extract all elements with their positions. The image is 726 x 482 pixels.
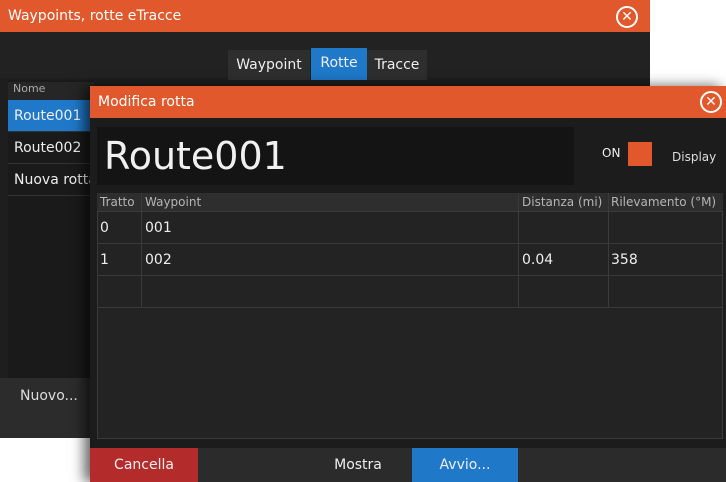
display-label: Display — [672, 150, 717, 164]
background-window-title: Waypoints, rotte eTracce — [8, 8, 182, 24]
list-header: Nome — [8, 82, 94, 100]
empty-button[interactable] — [198, 448, 304, 482]
new-button[interactable]: Nuovo... — [0, 378, 96, 414]
table-row[interactable] — [97, 212, 723, 243]
cancel-button[interactable]: Cancella — [90, 448, 198, 482]
cell-waypoint: 001 — [145, 220, 172, 236]
toggle-state-label: ON — [602, 146, 621, 160]
tab-waypoint[interactable]: Waypoint — [228, 50, 310, 80]
cell-tratto: 0 — [100, 220, 109, 236]
row-divider — [97, 307, 723, 308]
start-button[interactable]: Avvio... — [412, 448, 518, 482]
column-header-distance: Distanza (mi) — [522, 195, 603, 209]
dialog-title: Modifica rotta — [98, 94, 195, 110]
cell-waypoint: 002 — [145, 252, 172, 268]
tab-rotte[interactable]: Rotte — [311, 48, 367, 80]
close-icon[interactable]: ✕ — [616, 6, 638, 28]
cell-distance: 0.04 — [522, 252, 554, 268]
cell-bearing: 358 — [611, 252, 638, 268]
column-header-tratto: Tratto — [100, 195, 135, 209]
list-item[interactable]: Route001 — [8, 100, 94, 132]
list-item[interactable]: Route002 — [8, 132, 94, 164]
table-row-empty[interactable] — [97, 276, 723, 307]
tab-tracce[interactable]: Tracce — [367, 50, 427, 80]
list-item[interactable]: Nuova rotta — [8, 164, 94, 196]
display-toggle[interactable] — [628, 142, 652, 166]
route-name-text: Route001 — [104, 134, 287, 178]
show-button[interactable]: Mostra — [304, 448, 412, 482]
column-header-waypoint: Waypoint — [145, 195, 202, 209]
cell-tratto: 1 — [100, 252, 109, 268]
column-header-bearing: Rilevamento (°M) — [611, 195, 717, 209]
close-icon[interactable]: ✕ — [700, 91, 722, 113]
